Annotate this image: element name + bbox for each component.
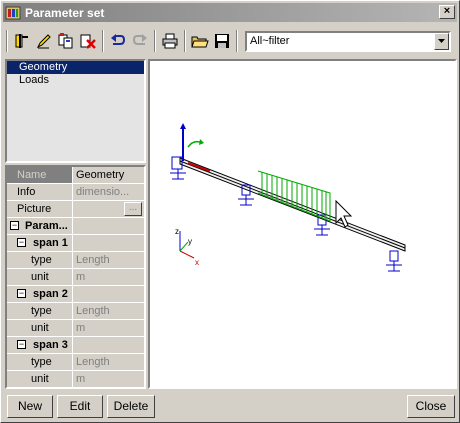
edit-button-bottom[interactable]: Edit [57,395,103,418]
toolbar: All~filter [3,25,457,57]
open-button[interactable] [189,30,211,52]
toolbar-separator [154,30,156,52]
type-value[interactable]: Length [73,252,144,268]
filter-select[interactable]: All~filter [245,30,451,52]
axis-x-label: x [195,258,199,267]
type-label: type [7,303,73,319]
unit-value[interactable]: m [73,320,144,336]
unit-value[interactable]: m [73,269,144,285]
toolbar-separator [6,30,8,52]
property-category-span-2[interactable]: − span 2 [7,286,144,303]
span-value [73,286,144,302]
copy-icon [58,33,73,49]
delete-button-bottom[interactable]: Delete [107,395,155,418]
unit-label: unit [7,269,73,285]
save-icon [215,34,229,48]
open-icon [191,36,209,48]
window-title: Parameter set [25,5,105,20]
delete-icon [80,34,96,49]
property-grid: Name Geometry Info dimensio... Picture .… [5,165,146,389]
unit-label: unit [7,371,73,387]
span-value [73,337,144,353]
parameter-set-window: Parameter set × All~filter Geometry Load… [0,0,460,423]
picture-browse-button[interactable]: ... [124,202,142,216]
property-params-value [73,218,144,234]
property-row-picture: Picture ... [7,201,144,218]
list-item-geometry[interactable]: Geometry [7,61,144,74]
property-name-label: Name [7,167,73,183]
property-category-span-1[interactable]: − span 1 [7,235,144,252]
axis-y-label: y [188,237,192,246]
property-picture-label: Picture [7,201,73,217]
property-info-value[interactable]: dimensio... [73,184,144,200]
property-row-info: Info dimensio... [7,184,144,201]
unit-label: unit [7,320,73,336]
save-button[interactable] [211,30,233,52]
toolbar-separator [236,30,238,52]
property-picture-value: ... [73,201,144,217]
local-axes [180,123,204,161]
property-category-span-3[interactable]: − span 3 [7,337,144,354]
parameter-group-list: Geometry Loads [5,59,146,163]
filter-dropdown-button[interactable] [434,32,449,50]
title-bar: Parameter set × [3,3,457,22]
span-value [73,235,144,251]
edit-icon [36,34,51,49]
type-value[interactable]: Length [73,303,144,319]
property-info-label: Info [7,184,73,200]
property-row-name: Name Geometry [7,167,144,184]
support-4 [386,250,402,272]
property-row-type: type Length [7,303,144,320]
title-close-button[interactable]: × [439,5,455,19]
toolbar-separator [184,30,186,52]
edit-button[interactable] [33,30,55,52]
unit-value[interactable]: m [73,371,144,387]
filter-value: All~filter [250,35,290,47]
property-category-params[interactable]: − Param... [7,218,144,235]
property-row-unit: unit m [7,320,144,337]
structure-3d-view[interactable]: z y x [148,59,457,389]
redo-button[interactable] [129,30,151,52]
new-button[interactable]: New [7,395,53,418]
print-icon [162,33,178,49]
property-row-unit: unit m [7,269,144,286]
property-row-type: type Length [7,354,144,371]
redo-icon [132,34,147,45]
type-label: type [7,354,73,370]
property-name-value[interactable]: Geometry [73,167,144,183]
close-button[interactable]: Close [407,395,455,418]
collapse-icon[interactable]: − [17,340,26,349]
chevron-down-icon [438,39,445,43]
print-button[interactable] [159,30,181,52]
structure-drawing: z y x [170,123,406,272]
undo-icon [111,34,126,45]
app-icon [5,6,21,20]
type-label: type [7,252,73,268]
toolbar-separator [102,30,104,52]
collapse-icon[interactable]: − [17,289,26,298]
new-parameter-button[interactable] [11,30,33,52]
undo-button[interactable] [107,30,129,52]
copy-button[interactable] [55,30,77,52]
delete-button[interactable] [77,30,99,52]
type-value[interactable]: Length [73,354,144,370]
collapse-icon[interactable]: − [17,238,26,247]
axis-z-label: z [175,227,179,236]
list-item-loads[interactable]: Loads [7,74,144,87]
collapse-icon[interactable]: − [10,221,19,230]
property-row-unit: unit m [7,371,144,387]
new-parameter-icon [15,34,28,48]
property-row-type: type Length [7,252,144,269]
